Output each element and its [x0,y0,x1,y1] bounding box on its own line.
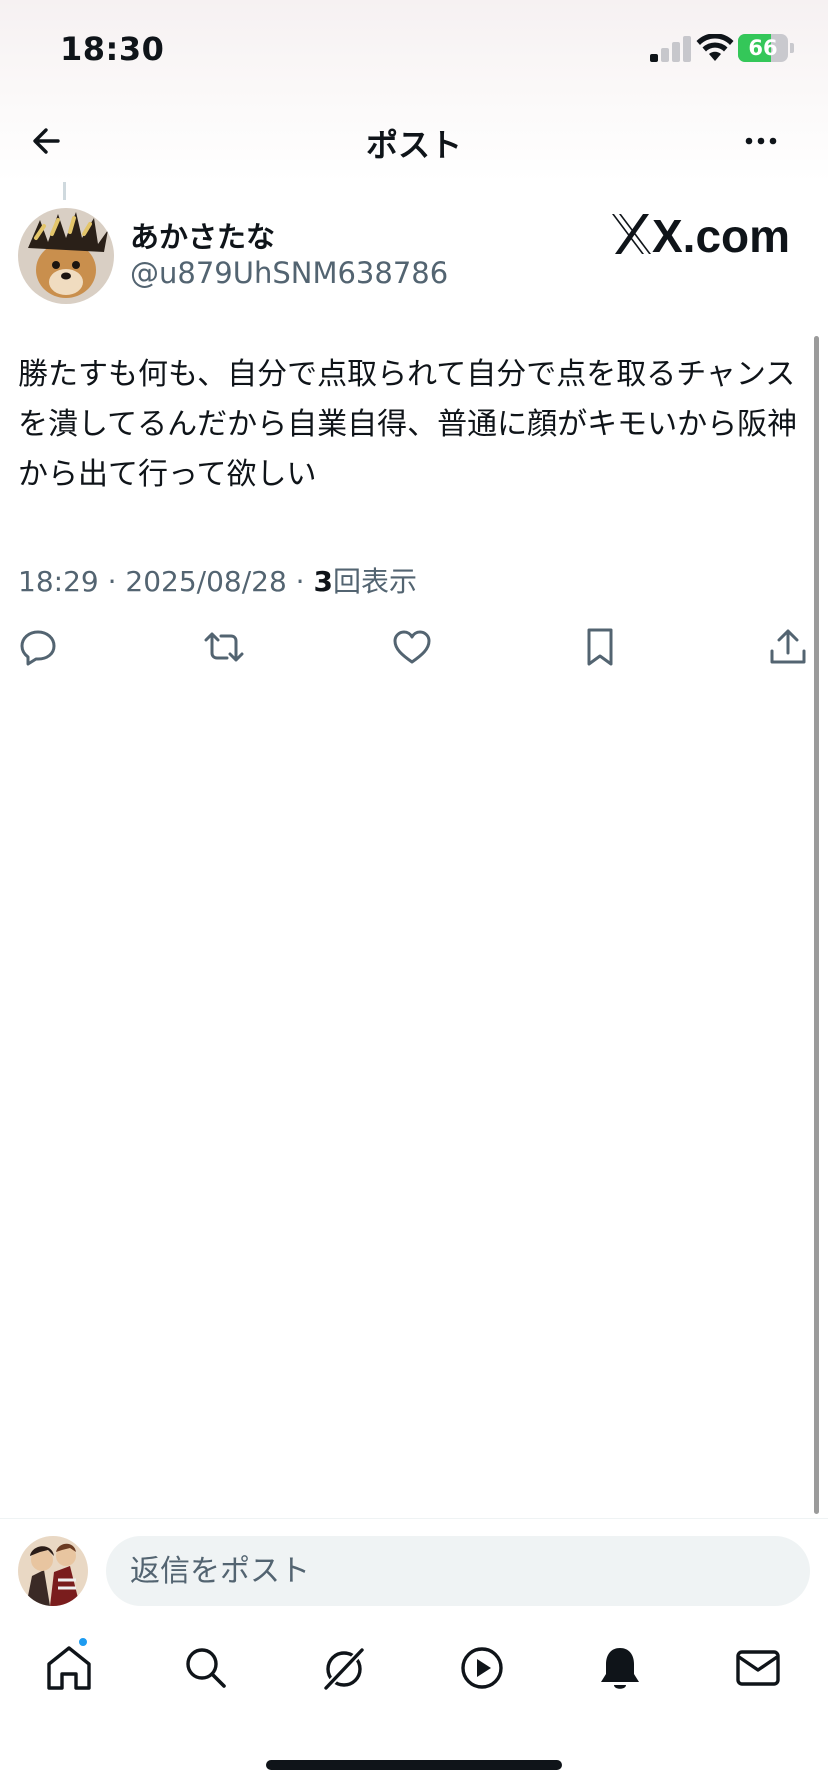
mail-icon [736,1650,780,1686]
tab-messages[interactable] [730,1640,786,1696]
views-label[interactable]: 回表示 [333,565,417,598]
share-icon[interactable] [766,625,810,669]
x-com-watermark: X.com [612,210,788,262]
avatar-image [18,208,114,304]
watermark-text: X.com [652,210,788,262]
tab-home[interactable] [41,1636,97,1696]
grok-icon [321,1645,367,1693]
battery-indicator: 66 [738,34,788,62]
cellular-signal-icon [650,36,691,62]
tab-search[interactable] [178,1640,234,1696]
battery-cap [790,43,794,53]
bell-icon [601,1648,639,1689]
search-icon [186,1648,226,1688]
author-handle[interactable]: @u879UhSNM638786 [130,256,448,290]
heart-icon[interactable] [390,625,434,669]
author-name[interactable]: あかさたな [130,214,275,256]
post-timestamp[interactable]: 18:29 · 2025/08/28 · [18,565,313,598]
post-header: ポスト [0,100,828,182]
reply-divider [0,1518,828,1519]
status-bar: 18:30 66 [0,0,828,100]
thread-connector [63,182,66,200]
bottom-tab-bar [0,1636,828,1700]
post-meta: 18:29 · 2025/08/28 · 3回表示 [18,560,417,600]
status-time: 18:30 [60,30,165,68]
current-user-avatar[interactable] [18,1536,88,1606]
tab-video[interactable] [454,1640,510,1696]
reply-input[interactable] [106,1536,810,1606]
tab-notifications[interactable] [592,1640,648,1696]
author-avatar[interactable] [18,208,114,304]
more-horizontal-icon[interactable] [736,116,786,166]
wifi-icon [696,34,734,61]
repost-icon[interactable] [202,625,246,669]
avatar-image [18,1536,88,1606]
home-notification-dot [77,1636,89,1648]
play-icon [461,1647,503,1689]
reply-icon[interactable] [16,625,60,669]
battery-level: 66 [748,36,778,60]
scrollbar[interactable] [814,336,819,1514]
tab-grok[interactable] [316,1640,372,1696]
home-icon [47,1646,91,1690]
home-indicator[interactable] [266,1760,562,1770]
post-text: 勝たすも何も、自分で点取られて自分で点を取るチャンスを潰してるんだから自業自得、… [18,357,798,492]
views-count[interactable]: 3 [313,565,332,598]
page-title: ポスト [365,126,462,164]
action-bar [0,625,828,675]
bookmark-icon[interactable] [578,625,622,669]
